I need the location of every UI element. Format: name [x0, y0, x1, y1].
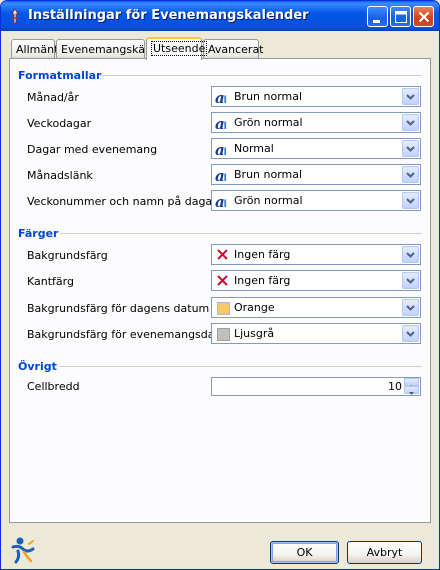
close-icon: [418, 11, 430, 23]
no-color-icon: [217, 249, 228, 260]
dropdown-button[interactable]: [402, 272, 419, 289]
label-cellbredd: Cellbredd: [27, 380, 80, 393]
svg-text:l: l: [224, 173, 227, 183]
combo-value: Ingen färg: [234, 274, 291, 287]
label-kantfarg: Kantfärg: [27, 275, 74, 288]
combo-veckodagar[interactable]: al Grön normal: [211, 112, 421, 133]
dropdown-button[interactable]: [402, 140, 419, 157]
label-manadslank: Månadslänk: [27, 169, 93, 182]
divider: [60, 233, 422, 234]
dropdown-button[interactable]: [402, 114, 419, 131]
svg-text:l: l: [224, 199, 227, 209]
dropdown-button[interactable]: [402, 299, 419, 316]
chevron-down-icon: [406, 331, 415, 337]
tab-label: Utseende: [151, 41, 208, 56]
divider: [100, 75, 422, 76]
tab-allmant[interactable]: Allmänt: [11, 39, 59, 59]
title-bar[interactable]: Inställningar för Evenemangskalender: [1, 1, 439, 31]
maximize-button[interactable]: [390, 6, 411, 27]
tab-label: Avancerat: [208, 43, 264, 56]
combo-value: Grön normal: [234, 116, 303, 129]
combo-dagar-med-evenemang[interactable]: al Normal: [211, 138, 421, 159]
chevron-down-icon: [406, 305, 415, 311]
combo-value: Orange: [234, 301, 275, 314]
spinner-value[interactable]: 10: [388, 380, 402, 393]
section-title-formatmallar: Formatmallar: [18, 69, 102, 82]
tab-evenemangskalla[interactable]: Evenemangskälla: [56, 39, 158, 59]
color-swatch-icon: [217, 302, 230, 315]
tab-label: Evenemangskälla: [61, 43, 158, 56]
combo-value: Grön normal: [234, 194, 303, 207]
no-color-icon: [217, 275, 228, 286]
label-bakgrundsfarg: Bakgrundsfärg: [27, 249, 108, 262]
dropdown-button[interactable]: [402, 88, 419, 105]
tab-panel-utseende: Formatmallar Månad/år al Brun normal Vec…: [9, 58, 431, 523]
label-veckonummer: Veckonummer och namn på dagar: [27, 195, 217, 208]
label-manad-ar: Månad/år: [27, 91, 79, 104]
combo-value: Ljusgrå: [234, 327, 275, 340]
section-title-farger: Färger: [18, 227, 59, 240]
spin-up-button[interactable]: [404, 378, 419, 388]
window-title: Inställningar för Evenemangskalender: [28, 8, 309, 23]
cellbredd-spinner[interactable]: 10: [211, 377, 421, 396]
combo-veckonummer[interactable]: al Grön normal: [211, 190, 421, 211]
combo-bakgrundsfarg[interactable]: Ingen färg: [211, 244, 421, 265]
ok-button[interactable]: OK: [270, 541, 339, 564]
section-title-ovrigt: Övrigt: [18, 360, 57, 373]
color-swatch-icon: [217, 328, 230, 341]
tab-avancerat[interactable]: Avancerat: [203, 39, 264, 59]
settings-dialog: Inställningar för Evenemangskalender All…: [0, 0, 440, 570]
combo-manadslank[interactable]: al Brun normal: [211, 164, 421, 185]
tab-utseende[interactable]: Utseende: [146, 37, 208, 60]
combo-value: Brun normal: [234, 168, 303, 181]
dropdown-button[interactable]: [402, 166, 419, 183]
combo-bakgrundsfarg-evenemangsdagar[interactable]: Ljusgrå: [211, 323, 421, 344]
dropdown-button[interactable]: [402, 192, 419, 209]
divider: [60, 366, 422, 367]
label-bakgrundsfarg-dagens-datum: Bakgrundsfärg för dagens datum: [27, 302, 210, 315]
style-icon: al: [215, 89, 227, 105]
style-icon: al: [215, 115, 227, 131]
combo-value: Ingen färg: [234, 248, 291, 261]
chevron-down-icon: [406, 252, 415, 258]
chevron-down-icon: [406, 172, 415, 178]
style-icon: al: [215, 167, 227, 183]
spin-down-button[interactable]: [404, 386, 419, 395]
tab-label: Allmänt: [16, 43, 59, 56]
chevron-down-icon: [406, 120, 415, 126]
app-logo-icon: [11, 537, 35, 564]
chevron-down-icon: [406, 146, 415, 152]
label-dagar-med-evenemang: Dagar med evenemang: [27, 143, 158, 156]
combo-manad-ar[interactable]: al Brun normal: [211, 86, 421, 107]
label-veckodagar: Veckodagar: [27, 117, 92, 130]
chevron-down-icon: [406, 278, 415, 284]
minimize-icon: [373, 20, 380, 23]
label-bakgrundsfarg-evenemangsdagar: Bakgrundsfärg för evenemangsdagar: [27, 328, 233, 341]
combo-bakgrundsfarg-dagens-datum[interactable]: Orange: [211, 297, 421, 318]
maximize-icon: [395, 11, 407, 23]
dropdown-button[interactable]: [402, 325, 419, 342]
style-icon: al: [215, 141, 227, 157]
arrow-down-icon: [409, 392, 414, 395]
combo-value: Normal: [234, 142, 274, 155]
svg-text:l: l: [224, 95, 227, 105]
combo-kantfarg[interactable]: Ingen färg: [211, 270, 421, 291]
combo-value: Brun normal: [234, 90, 303, 103]
app-icon: [11, 8, 19, 24]
cancel-button[interactable]: Avbryt: [347, 541, 422, 564]
chevron-down-icon: [406, 94, 415, 100]
svg-text:l: l: [224, 147, 227, 157]
dropdown-button[interactable]: [402, 246, 419, 263]
svg-text:l: l: [224, 121, 227, 131]
style-icon: al: [215, 193, 227, 209]
close-button[interactable]: [413, 6, 434, 27]
chevron-down-icon: [406, 198, 415, 204]
minimize-button[interactable]: [367, 6, 388, 27]
